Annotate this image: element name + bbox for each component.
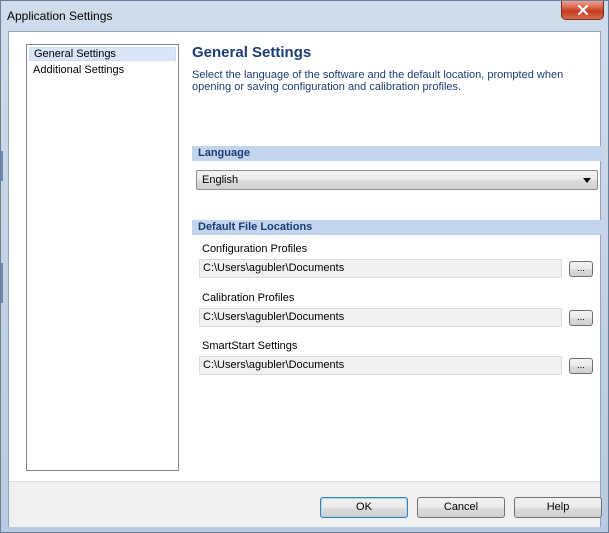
language-dropdown[interactable]: English <box>196 170 598 190</box>
smartstart-settings-path-field[interactable]: C:\Users\agubler\Documents <box>199 356 562 375</box>
cancel-button[interactable]: Cancel <box>417 497 505 518</box>
configuration-profiles-label: Configuration Profiles <box>202 243 308 255</box>
calibration-profiles-path-field[interactable]: C:\Users\agubler\Documents <box>199 308 562 327</box>
file-locations-section-header: Default File Locations <box>192 220 602 235</box>
background-window-edge <box>1 151 3 181</box>
ok-button[interactable]: OK <box>320 497 408 518</box>
close-icon <box>577 5 589 15</box>
calibration-profiles-browse-button[interactable]: ... <box>569 310 593 326</box>
nav-item-additional-settings[interactable]: Additional Settings <box>29 63 176 77</box>
calibration-profiles-label: Calibration Profiles <box>202 292 295 304</box>
nav-item-general-settings[interactable]: General Settings <box>29 47 176 61</box>
title-bar[interactable]: Application Settings <box>1 1 608 30</box>
language-dropdown-value: English <box>202 174 239 186</box>
dialog-body: General Settings Additional Settings Gen… <box>8 31 602 527</box>
background-window-edge <box>1 263 3 303</box>
window-title: Application Settings <box>7 9 113 23</box>
dialog-button-bar: OK Cancel Help <box>9 481 602 527</box>
close-button[interactable] <box>561 1 604 20</box>
configuration-profiles-browse-button[interactable]: ... <box>569 261 593 277</box>
chevron-down-icon <box>583 178 591 183</box>
application-settings-window: Application Settings General Settings Ad… <box>0 0 609 533</box>
configuration-profiles-path-field[interactable]: C:\Users\agubler\Documents <box>199 259 562 278</box>
page-description: Select the language of the software and … <box>192 69 564 93</box>
language-section-header: Language <box>192 146 602 161</box>
page-title: General Settings <box>192 44 312 61</box>
help-button[interactable]: Help <box>514 497 602 518</box>
smartstart-settings-label: SmartStart Settings <box>202 340 298 352</box>
settings-category-list: General Settings Additional Settings <box>26 44 179 471</box>
smartstart-settings-browse-button[interactable]: ... <box>569 358 593 374</box>
